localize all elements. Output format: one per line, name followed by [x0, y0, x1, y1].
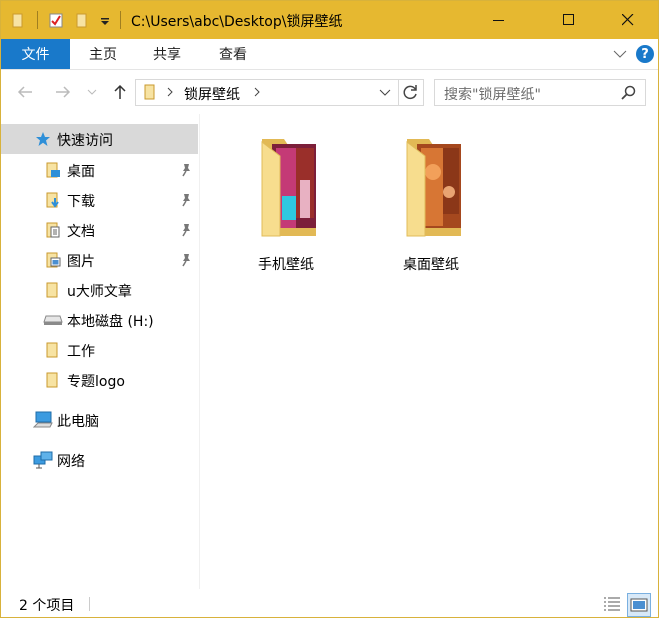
separator: [37, 11, 38, 29]
sidebar-item-label: 图片: [67, 254, 95, 270]
address-current-folder[interactable]: 锁屏壁纸: [184, 84, 240, 104]
help-button[interactable]: ?: [636, 45, 654, 63]
minimize-button[interactable]: [476, 1, 522, 39]
tab-home[interactable]: 主页: [89, 39, 117, 69]
search-icon[interactable]: [621, 85, 636, 100]
folder-icon: [46, 282, 58, 298]
folder-icon: [46, 372, 58, 388]
tab-share[interactable]: 共享: [153, 39, 181, 69]
folder-name[interactable]: 桌面壁纸: [361, 254, 501, 274]
sidebar-item-work[interactable]: 工作: [1, 335, 198, 365]
folder-thumbnail-icon: [261, 139, 316, 237]
minimize-icon: [493, 20, 504, 21]
quick-access-toolbar: [11, 1, 121, 39]
chevron-right-icon[interactable]: [166, 87, 174, 97]
folder-item[interactable]: 手机壁纸: [216, 136, 356, 276]
close-icon: [622, 14, 634, 26]
maximize-icon: [563, 14, 574, 25]
file-list: 手机壁纸 桌面壁纸: [200, 114, 658, 589]
pictures-folder-icon: [46, 252, 61, 268]
recent-locations-button[interactable]: [85, 80, 99, 104]
explorer-window: C:\Users\abc\Desktop\锁屏壁纸 文件 主页 共享 查看 ?: [0, 0, 659, 618]
sidebar-item-documents[interactable]: 文档: [1, 215, 198, 245]
ribbon-expand-icon[interactable]: [613, 49, 627, 59]
tab-view[interactable]: 查看: [219, 39, 247, 69]
navigation-pane: 快速访问 桌面 下载 文档 图片 u大师文章 本地磁盘 (H:) 工作 专题lo…: [1, 114, 200, 589]
tab-file[interactable]: 文件: [1, 39, 70, 69]
download-folder-icon: [46, 192, 59, 208]
back-button[interactable]: [13, 80, 37, 104]
sidebar-item-label: 专题logo: [67, 374, 125, 390]
navigation-bar: 锁屏壁纸 搜索"锁屏壁纸": [1, 70, 658, 114]
large-icons-view-icon: [630, 598, 648, 612]
separator: [89, 597, 90, 611]
details-view-icon: [604, 597, 620, 611]
maximize-button[interactable]: [546, 1, 592, 39]
folder-icon: [46, 342, 58, 358]
sidebar-item-u-master-articles[interactable]: u大师文章: [1, 275, 198, 305]
pin-icon[interactable]: [179, 253, 193, 267]
new-folder-icon[interactable]: [74, 12, 90, 28]
search-input[interactable]: 搜索"锁屏壁纸": [444, 84, 541, 104]
sidebar-item-network[interactable]: 网络: [1, 445, 198, 475]
large-icons-view-button[interactable]: [627, 593, 651, 617]
folder-item[interactable]: 桌面壁纸: [361, 136, 501, 276]
chevron-right-icon[interactable]: [253, 87, 261, 97]
pin-icon[interactable]: [179, 193, 193, 207]
sidebar-item-label: 此电脑: [57, 414, 99, 430]
desktop-folder-icon: [46, 162, 60, 178]
sidebar-item-label: 工作: [67, 344, 95, 360]
folder-name[interactable]: 手机壁纸: [216, 254, 356, 274]
pin-icon[interactable]: [179, 223, 193, 237]
refresh-icon[interactable]: [402, 84, 419, 101]
window-title: C:\Users\abc\Desktop\锁屏壁纸: [131, 14, 343, 30]
sidebar-item-label: 下载: [67, 194, 95, 210]
forward-button[interactable]: [51, 80, 75, 104]
documents-folder-icon: [46, 222, 60, 238]
folder-icon: [12, 13, 23, 28]
close-button[interactable]: [605, 1, 651, 39]
network-icon: [33, 451, 53, 469]
forward-arrow-icon: [56, 86, 71, 98]
computer-icon: [33, 411, 53, 428]
separator: [120, 11, 121, 29]
status-bar: 2 个项目: [1, 589, 658, 617]
folder-thumbnail-icon: [406, 139, 461, 237]
sidebar-item-pictures[interactable]: 图片: [1, 245, 198, 275]
back-arrow-icon: [17, 86, 32, 98]
star-icon: [36, 132, 50, 146]
customize-dropdown-icon[interactable]: [100, 12, 110, 28]
item-count: 2 个项目: [19, 598, 75, 614]
sidebar-item-label: u大师文章: [67, 284, 132, 300]
sidebar-item-desktop[interactable]: 桌面: [1, 155, 198, 185]
sidebar-item-label: 本地磁盘 (H:): [67, 314, 154, 330]
folder-icon: [144, 84, 155, 100]
sidebar-item-label: 网络: [57, 454, 85, 470]
title-bar: C:\Users\abc\Desktop\锁屏壁纸: [1, 1, 658, 39]
sidebar-item-this-pc[interactable]: 此电脑: [1, 405, 198, 435]
sidebar-item-local-disk-h[interactable]: 本地磁盘 (H:): [1, 305, 198, 335]
up-button[interactable]: [108, 80, 132, 104]
pin-icon[interactable]: [179, 163, 193, 177]
sidebar-item-label: 快速访问: [57, 133, 113, 149]
sidebar-item-quick-access[interactable]: 快速访问: [1, 124, 198, 154]
details-view-button[interactable]: [601, 593, 623, 615]
sidebar-item-topic-logo[interactable]: 专题logo: [1, 365, 198, 395]
address-bar[interactable]: 锁屏壁纸: [135, 79, 424, 106]
sidebar-item-label: 文档: [67, 224, 95, 240]
sidebar-item-downloads[interactable]: 下载: [1, 185, 198, 215]
ribbon: 文件 主页 共享 查看 ?: [1, 39, 658, 70]
chevron-down-icon: [87, 89, 97, 95]
drive-icon: [43, 315, 63, 325]
address-history-dropdown-icon[interactable]: [379, 89, 391, 97]
sidebar-item-label: 桌面: [67, 164, 95, 180]
up-arrow-icon: [114, 84, 126, 99]
search-box[interactable]: 搜索"锁屏壁纸": [434, 79, 646, 106]
separator: [398, 80, 399, 105]
properties-icon[interactable]: [48, 12, 64, 28]
